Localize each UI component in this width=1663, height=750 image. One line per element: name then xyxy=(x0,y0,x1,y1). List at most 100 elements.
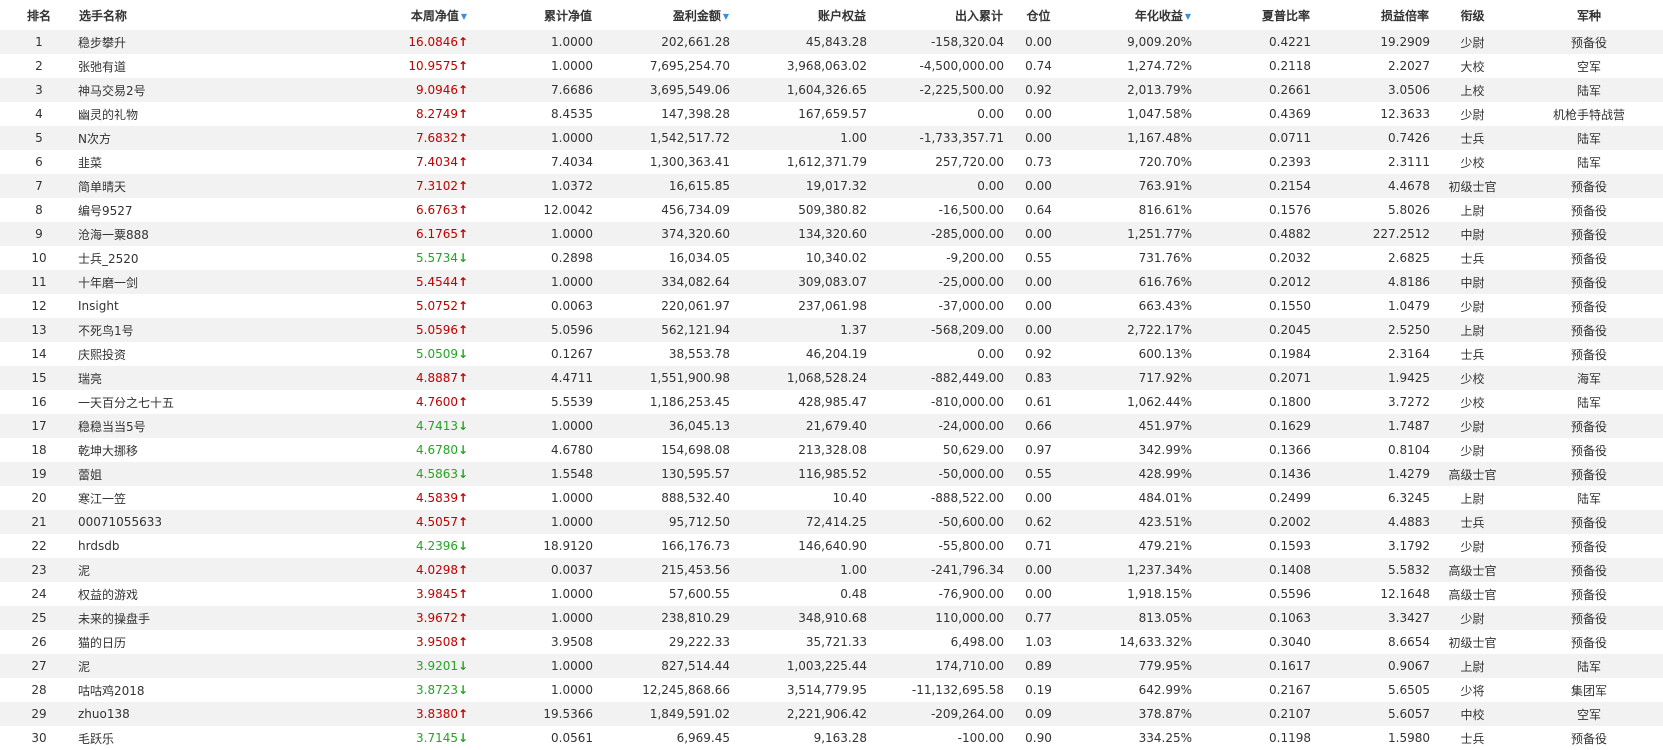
header-equity[interactable]: 账户权益 xyxy=(730,0,867,30)
name-cell[interactable]: 00071055633 xyxy=(78,510,350,534)
name-cell[interactable]: 不死鸟1号 xyxy=(78,318,350,342)
name-cell[interactable]: 咕咕鸡2018 xyxy=(78,678,350,702)
header-position[interactable]: 仓位 xyxy=(1004,0,1073,30)
name-cell[interactable]: 稳稳当当5号 xyxy=(78,414,350,438)
table-row[interactable]: 14 庆熙投资 5.0509↓ 0.1267 38,553.78 46,204.19 0.0… xyxy=(0,342,1663,366)
table-row[interactable]: 5 N次方 7.6832↑ 1.0000 1,542,517.72 1.00 -1,733,… xyxy=(0,126,1663,150)
header-rank[interactable]: 排名 xyxy=(0,0,78,30)
profit-cell: 888,532.40 xyxy=(593,486,730,510)
pl-ratio-cell: 5.8026 xyxy=(1311,198,1430,222)
branch-cell: 陆军 xyxy=(1515,78,1663,102)
name-cell[interactable]: 士兵_2520 xyxy=(78,246,350,270)
name-cell[interactable]: 十年磨一剑 xyxy=(78,270,350,294)
equity-cell-text: 1,003,225.44 xyxy=(786,659,867,673)
header-name[interactable]: 选手名称 xyxy=(78,0,350,30)
name-cell[interactable]: 猫的日历 xyxy=(78,630,350,654)
cum-nav-cell-text: 1.0000 xyxy=(551,491,593,505)
name-cell[interactable]: 幽灵的礼物 xyxy=(78,102,350,126)
table-row[interactable]: 23 泥 4.0298↑ 0.0037 215,453.56 1.00 -241,796.3… xyxy=(0,558,1663,582)
table-row[interactable]: 12 Insight 5.0752↑ 0.0063 220,061.97 237,061.… xyxy=(0,294,1663,318)
table-row[interactable]: 9 沧海一粟888 6.1765↑ 1.0000 374,320.60 134,320.6… xyxy=(0,222,1663,246)
name-cell[interactable]: 编号9527 xyxy=(78,198,350,222)
table-row[interactable]: 6 韭菜 7.4034↑ 7.4034 1,300,363.41 1,612,371.79… xyxy=(0,150,1663,174)
annual-return-cell: 1,274.72% xyxy=(1073,54,1192,78)
name-cell[interactable]: Insight xyxy=(78,294,350,318)
name-cell-text: 幽灵的礼物 xyxy=(78,107,139,122)
header-pl-ratio-label: 损益倍率 xyxy=(1380,8,1429,23)
name-cell[interactable]: 乾坤大挪移 xyxy=(78,438,350,462)
name-cell[interactable]: 简单晴天 xyxy=(78,174,350,198)
pl-ratio-cell-text: 2.5250 xyxy=(1388,323,1430,337)
name-cell[interactable]: 庆熙投资 xyxy=(78,342,350,366)
table-row[interactable]: 28 咕咕鸡2018 3.8723↓ 1.0000 12,245,868.66 3,514… xyxy=(0,678,1663,702)
header-sharpe[interactable]: 夏普比率 xyxy=(1192,0,1311,30)
table-row[interactable]: 22 hrdsdb 4.2396↓ 18.9120 166,176.73 146,640.… xyxy=(0,534,1663,558)
cum-nav-cell: 7.4034 xyxy=(468,150,593,174)
table-row[interactable]: 7 简单晴天 7.3102↑ 1.0372 16,615.85 19,017.32 0.00… xyxy=(0,174,1663,198)
name-cell[interactable]: 泥 xyxy=(78,558,350,582)
table-row[interactable]: 19 蕾姐 4.5863↓ 1.5548 130,595.57 116,985.52 -50… xyxy=(0,462,1663,486)
cum-nav-cell-text: 3.9508 xyxy=(551,635,593,649)
table-row[interactable]: 13 不死鸟1号 5.0596↑ 5.0596 562,121.94 1.37 -568,2… xyxy=(0,318,1663,342)
name-cell[interactable]: 寒江一笠 xyxy=(78,486,350,510)
name-cell[interactable]: 毛跃乐 xyxy=(78,726,350,750)
table-row[interactable]: 21 00071055633 4.5057↑ 1.0000 95,712.50 72,41… xyxy=(0,510,1663,534)
header-pl-ratio[interactable]: 损益倍率 xyxy=(1311,0,1430,30)
name-cell[interactable]: 稳步攀升 xyxy=(78,30,350,54)
header-inout[interactable]: 出入累计 xyxy=(867,0,1004,30)
grade-cell-text: 士兵 xyxy=(1460,347,1485,362)
cum-nav-cell: 1.5548 xyxy=(468,462,593,486)
profit-cell: 215,453.56 xyxy=(593,558,730,582)
name-cell[interactable]: zhuo138 xyxy=(78,702,350,726)
header-weekly-nav[interactable]: 本周净值 ▼ xyxy=(350,0,468,30)
table-row[interactable]: 4 幽灵的礼物 8.2749↑ 8.4535 147,398.28 167,659.57 0… xyxy=(0,102,1663,126)
table-row[interactable]: 26 猫的日历 3.9508↑ 3.9508 29,222.33 35,721.33 6,4… xyxy=(0,630,1663,654)
table-row[interactable]: 2 张弛有道 10.9575↑ 1.0000 7,695,254.70 3,968,063… xyxy=(0,54,1663,78)
position-cell-text: 0.73 xyxy=(1025,155,1052,169)
profit-cell: 36,045.13 xyxy=(593,414,730,438)
sort-desc-icon[interactable]: ▼ xyxy=(1185,12,1191,21)
name-cell[interactable]: 张弛有道 xyxy=(78,54,350,78)
name-cell[interactable]: 瑞亮 xyxy=(78,366,350,390)
pl-ratio-cell-text: 12.1648 xyxy=(1380,587,1430,601)
table-row[interactable]: 17 稳稳当当5号 4.7413↓ 1.0000 36,045.13 21,679.40 -… xyxy=(0,414,1663,438)
weekly-nav-cell-text: 3.9508 xyxy=(416,635,458,649)
profit-cell: 29,222.33 xyxy=(593,630,730,654)
table-row[interactable]: 30 毛跃乐 3.7145↓ 0.0561 6,969.45 9,163.28 -100.0… xyxy=(0,726,1663,750)
table-row[interactable]: 11 十年磨一剑 5.4544↑ 1.0000 334,082.64 309,083.07… xyxy=(0,270,1663,294)
table-row[interactable]: 16 一天百分之七十五 4.7600↑ 5.5539 1,186,253.45 428,9… xyxy=(0,390,1663,414)
table-row[interactable]: 3 神马交易2号 9.0946↑ 7.6686 3,695,549.06 1,604,32… xyxy=(0,78,1663,102)
sort-desc-icon[interactable]: ▼ xyxy=(723,12,729,21)
table-row[interactable]: 24 权益的游戏 3.9845↑ 1.0000 57,600.55 0.48 -76,900… xyxy=(0,582,1663,606)
header-profit[interactable]: 盈利金额 ▼ xyxy=(593,0,730,30)
name-cell[interactable]: 神马交易2号 xyxy=(78,78,350,102)
name-cell[interactable]: 韭菜 xyxy=(78,150,350,174)
table-row[interactable]: 15 瑞亮 4.8887↑ 4.4711 1,551,900.98 1,068,528.2… xyxy=(0,366,1663,390)
table-row[interactable]: 18 乾坤大挪移 4.6780↓ 4.6780 154,698.08 213,328.08… xyxy=(0,438,1663,462)
header-annual-return-label: 年化收益 xyxy=(1134,8,1183,23)
table-row[interactable]: 10 士兵_2520 5.5734↓ 0.2898 16,034.05 10,340.02… xyxy=(0,246,1663,270)
name-cell[interactable]: 权益的游戏 xyxy=(78,582,350,606)
table-row[interactable]: 20 寒江一笠 4.5839↑ 1.0000 888,532.40 10.40 -888,5… xyxy=(0,486,1663,510)
name-cell[interactable]: hrdsdb xyxy=(78,534,350,558)
name-cell[interactable]: 蕾姐 xyxy=(78,462,350,486)
name-cell[interactable]: 一天百分之七十五 xyxy=(78,390,350,414)
header-grade[interactable]: 衔级 xyxy=(1430,0,1515,30)
name-cell[interactable]: 泥 xyxy=(78,654,350,678)
table-row[interactable]: 29 zhuo138 3.8380↑ 19.5366 1,849,591.02 2,221… xyxy=(0,702,1663,726)
header-branch[interactable]: 军种 xyxy=(1515,0,1663,30)
table-row[interactable]: 1 稳步攀升 16.0846↑ 1.0000 202,661.28 45,843.28 -1… xyxy=(0,30,1663,54)
equity-cell-text: 428,985.47 xyxy=(798,395,867,409)
arrow-up-icon: ↑ xyxy=(458,563,468,577)
grade-cell-text: 少校 xyxy=(1460,371,1485,386)
header-annual-return[interactable]: 年化收益 ▼ xyxy=(1073,0,1192,30)
header-cum-nav[interactable]: 累计净值 xyxy=(468,0,593,30)
name-cell[interactable]: 未来的操盘手 xyxy=(78,606,350,630)
name-cell[interactable]: N次方 xyxy=(78,126,350,150)
branch-cell: 预备役 xyxy=(1515,342,1663,366)
sort-desc-icon[interactable]: ▼ xyxy=(461,12,467,21)
table-row[interactable]: 27 泥 3.9201↓ 1.0000 827,514.44 1,003,225.44 17… xyxy=(0,654,1663,678)
table-row[interactable]: 25 未来的操盘手 3.9672↑ 1.0000 238,810.29 348,910.6… xyxy=(0,606,1663,630)
name-cell[interactable]: 沧海一粟888 xyxy=(78,222,350,246)
table-row[interactable]: 8 编号9527 6.6763↑ 12.0042 456,734.09 509,380.8… xyxy=(0,198,1663,222)
